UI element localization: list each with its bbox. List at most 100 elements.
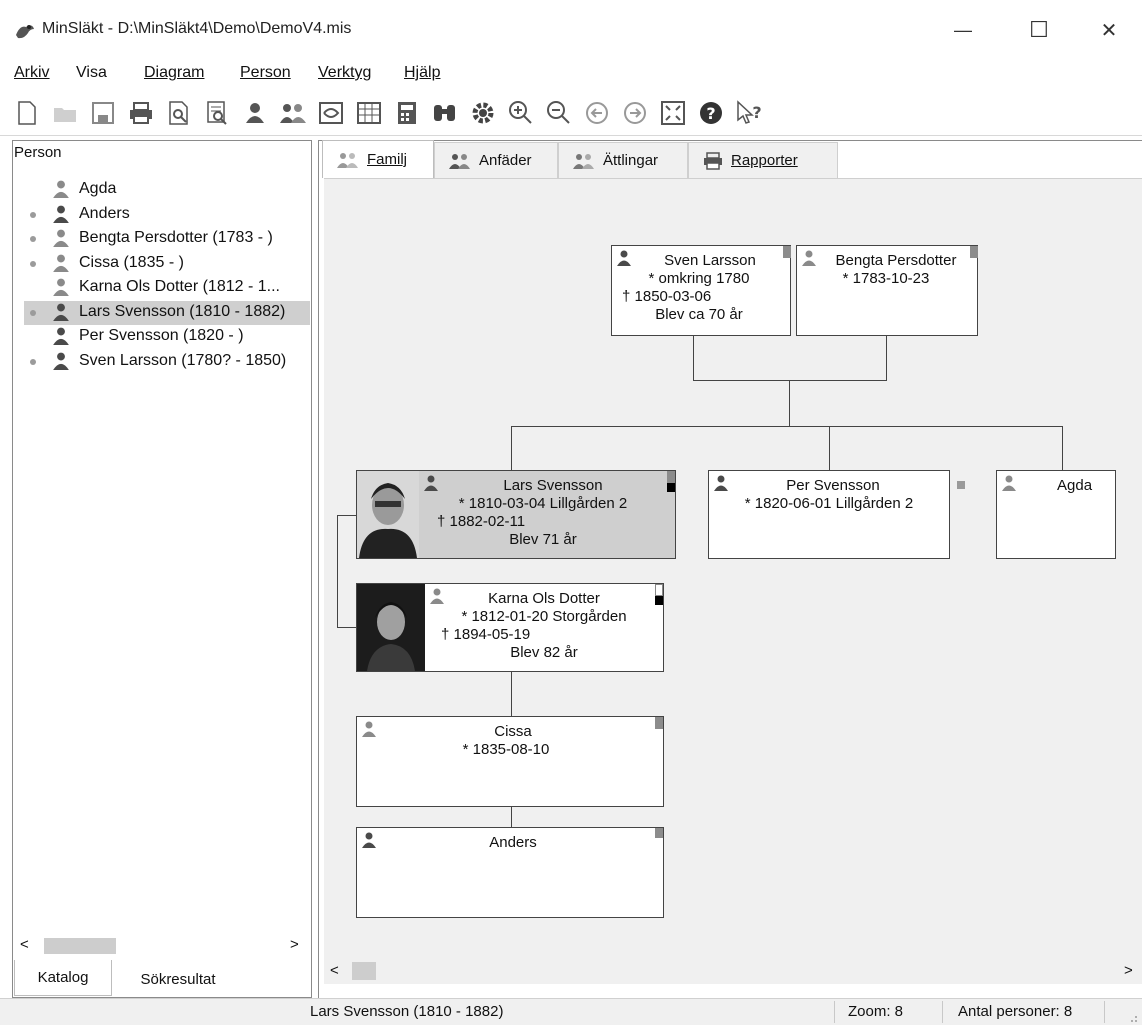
connector-line xyxy=(886,335,887,380)
has-children-marker xyxy=(30,358,36,365)
menu-verktyg[interactable]: Verktyg xyxy=(318,64,371,82)
male-person-icon xyxy=(53,303,69,321)
help-button[interactable]: ? xyxy=(696,98,726,128)
person-name: Bengta Persdotter xyxy=(835,252,957,269)
resize-grip-icon[interactable] xyxy=(1126,1011,1138,1023)
person-button[interactable] xyxy=(240,98,270,128)
settings-button[interactable] xyxy=(468,98,498,128)
person-box-child[interactable]: Anders xyxy=(356,827,664,918)
family-icon xyxy=(280,104,306,123)
birth-date: * 1783-10-23 xyxy=(842,270,930,287)
female-person-icon xyxy=(53,254,69,272)
back-button[interactable] xyxy=(582,98,612,128)
menu-hjalp[interactable]: Hjälp xyxy=(404,64,440,82)
connector-line xyxy=(829,426,830,471)
scroll-thumb[interactable] xyxy=(352,962,376,980)
tab-katalog[interactable]: Katalog xyxy=(14,960,112,996)
death-date: † 1894-05-19 xyxy=(441,626,531,643)
status-separator xyxy=(942,1001,943,1023)
close-icon: ✕ xyxy=(1100,19,1118,42)
left-horizontal-scrollbar[interactable]: < > xyxy=(14,936,310,956)
connector-line xyxy=(789,380,790,426)
person-list-item[interactable]: Karna Ols Dotter (1812 - 1... xyxy=(24,276,310,300)
tab-familj[interactable]: Familj xyxy=(322,140,434,178)
person-box-sibling[interactable]: Agda xyxy=(996,470,1116,559)
print-preview-button[interactable] xyxy=(164,98,194,128)
minimize-button[interactable]: — xyxy=(940,14,986,46)
person-list-item[interactable]: Sven Larsson (1780? - 1850) xyxy=(24,350,310,374)
person-box-sibling[interactable]: Per Svensson * 1820-06-01 Lillgården 2 xyxy=(708,470,965,559)
diagram-horizontal-scrollbar[interactable]: < > xyxy=(324,958,1142,984)
maximize-button[interactable]: ☐ xyxy=(1016,14,1062,46)
person-list-item[interactable]: Per Svensson (1820 - ) xyxy=(24,325,310,349)
has-children-marker xyxy=(30,309,36,316)
grid-button[interactable] xyxy=(354,98,384,128)
person-list-item[interactable]: Lars Svensson (1810 - 1882) xyxy=(24,300,310,325)
fit-button[interactable] xyxy=(658,98,688,128)
person-list-item[interactable]: Agda xyxy=(24,178,310,202)
report-preview-icon xyxy=(207,101,227,125)
save-button[interactable] xyxy=(88,98,118,128)
record-marker xyxy=(970,246,978,258)
menu-bar: Arkiv Visa Diagram Person Verktyg Hjälp xyxy=(0,60,1142,90)
new-button[interactable] xyxy=(12,98,42,128)
scroll-right-icon[interactable]: > xyxy=(1124,962,1133,979)
menu-diagram[interactable]: Diagram xyxy=(144,64,204,82)
female-person-icon xyxy=(1002,475,1016,491)
male-person-icon xyxy=(714,475,728,491)
scroll-left-icon[interactable]: < xyxy=(20,936,29,953)
status-bar: Lars Svensson (1810 - 1882) Zoom: 8 Anta… xyxy=(0,998,1142,1025)
person-list-item[interactable]: Bengta Persdotter (1783 - ) xyxy=(24,227,310,251)
forward-button[interactable] xyxy=(620,98,650,128)
print-preview-icon xyxy=(169,101,188,125)
calculator-button[interactable] xyxy=(392,98,422,128)
birth-date: * 1812-01-20 Storgården xyxy=(461,608,627,625)
tab-katalog-label: Katalog xyxy=(37,969,89,986)
context-help-button[interactable]: ? xyxy=(734,98,764,128)
person-list-label: Anders xyxy=(79,204,130,222)
tab-sokresultat-label: Sökresultat xyxy=(140,970,216,988)
tab-anfader[interactable]: Anfäder xyxy=(434,142,558,178)
person-box-father[interactable]: Sven Larsson * omkring 1780 † 1850-03-06… xyxy=(611,245,791,336)
record-marker xyxy=(783,246,791,258)
record-marker xyxy=(655,717,663,729)
find-button[interactable] xyxy=(430,98,460,128)
tab-sokresultat[interactable]: Sökresultat xyxy=(114,964,242,994)
fit-icon xyxy=(661,101,685,125)
zoom-out-button[interactable] xyxy=(544,98,574,128)
family-icon xyxy=(337,152,358,168)
female-person-icon xyxy=(53,278,69,296)
report-preview-button[interactable] xyxy=(202,98,232,128)
person-box-main[interactable]: Lars Svensson * 1810-03-04 Lillgården 2 … xyxy=(356,470,676,559)
new-icon xyxy=(18,101,36,125)
person-box-child[interactable]: Cissa * 1835-08-10 xyxy=(356,716,664,807)
grid-icon xyxy=(357,102,381,124)
print-button[interactable] xyxy=(126,98,156,128)
menu-person[interactable]: Person xyxy=(240,64,291,82)
menu-visa[interactable]: Visa xyxy=(76,64,107,82)
person-list-item[interactable]: Cissa (1835 - ) xyxy=(24,252,310,276)
record-marker xyxy=(655,584,663,596)
scroll-right-icon[interactable]: > xyxy=(290,936,299,953)
scroll-left-icon[interactable]: < xyxy=(330,962,339,979)
scroll-thumb[interactable] xyxy=(44,938,116,954)
open-button[interactable] xyxy=(50,98,80,128)
calculator-icon xyxy=(398,102,416,124)
person-box-spouse[interactable]: Karna Ols Dotter * 1812-01-20 Storgården… xyxy=(356,583,664,672)
person-list-label: Cissa (1835 - ) xyxy=(79,253,184,271)
connector-line xyxy=(511,806,512,828)
person-name: Sven Larsson xyxy=(664,252,756,269)
connector-line xyxy=(1062,426,1063,471)
menu-arkiv[interactable]: Arkiv xyxy=(14,64,50,82)
zoom-in-button[interactable] xyxy=(506,98,536,128)
save-icon xyxy=(92,102,114,124)
family-button[interactable] xyxy=(278,98,308,128)
tab-rapporter[interactable]: Rapporter xyxy=(688,142,838,178)
back-icon xyxy=(586,102,608,124)
person-list-item[interactable]: Anders xyxy=(24,203,310,227)
relation-button[interactable] xyxy=(316,98,346,128)
tab-attlingar[interactable]: Ättlingar xyxy=(558,142,688,178)
person-list-label: Karna Ols Dotter (1812 - 1... xyxy=(79,278,280,295)
person-box-mother[interactable]: Bengta Persdotter * 1783-10-23 xyxy=(796,245,978,336)
close-button[interactable]: ✕ xyxy=(1086,14,1132,46)
